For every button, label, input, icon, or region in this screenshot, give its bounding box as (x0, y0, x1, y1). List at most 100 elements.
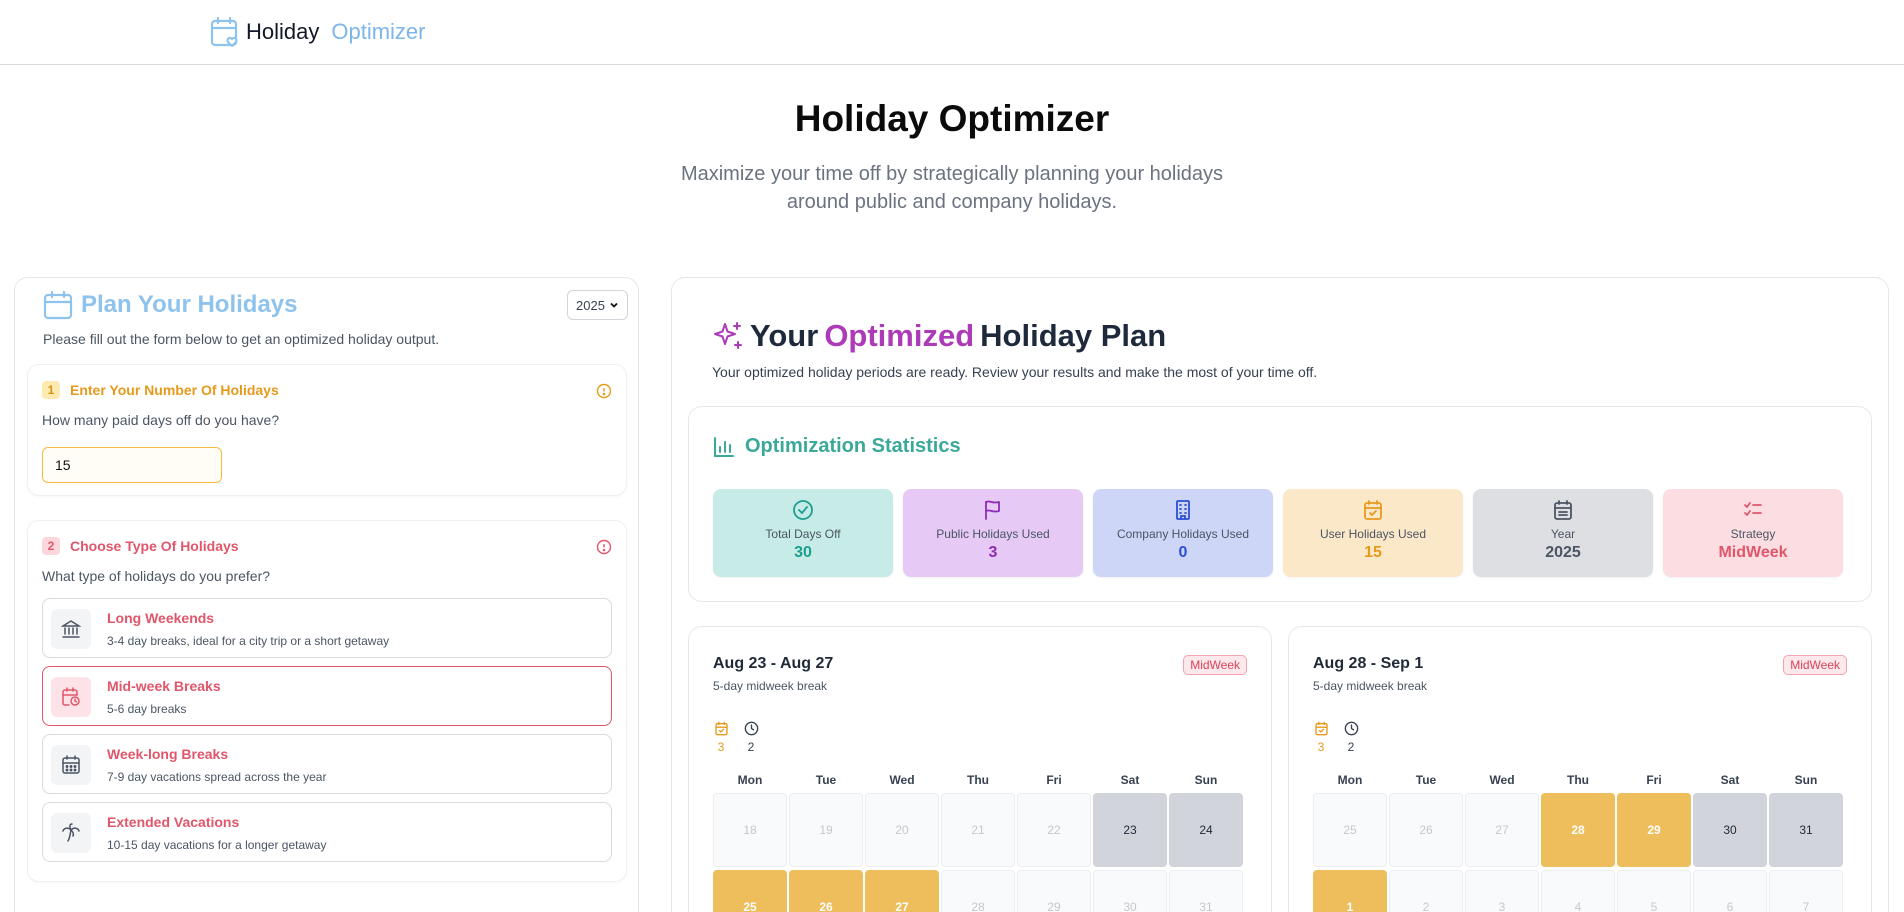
stat-value: 15 (1364, 544, 1382, 561)
stat-label: Year (1550, 527, 1576, 541)
calendar-day[interactable]: 1 (1313, 870, 1387, 912)
calendar-day[interactable]: 28 (941, 870, 1015, 912)
option-long-weekends[interactable]: Long Weekends 3-4 day breaks, ideal for … (42, 598, 612, 658)
option-extended-vacations[interactable]: Extended Vacations 10-15 day vacations f… (42, 802, 612, 862)
option-week-long-breaks[interactable]: Week-long Breaks 7-9 day vacations sprea… (42, 734, 612, 794)
option-icon-wrap (51, 609, 91, 649)
calendar-day[interactable]: 27 (1465, 793, 1539, 867)
calendar-day[interactable]: 5 (1617, 870, 1691, 912)
calendar-day[interactable]: 25 (1313, 793, 1387, 867)
stat-company-holidays: Company Holidays Used 0 (1093, 489, 1273, 577)
plan-title: Plan Your Holidays (81, 291, 298, 318)
weekday-label: Thu (1567, 773, 1589, 787)
clock-icon (1344, 721, 1358, 736)
calendar-day[interactable]: 26 (789, 870, 863, 912)
calendar-day[interactable]: 18 (713, 793, 787, 867)
stat-label: Total Days Off (765, 527, 841, 541)
calendar-day[interactable]: 30 (1093, 870, 1167, 912)
brand-link[interactable]: Holiday Optimizer (210, 16, 426, 48)
weekday-label: Fri (1646, 773, 1662, 787)
stat-value: 3 (988, 544, 998, 561)
results-title-3: Holiday Plan (980, 318, 1167, 353)
calendar-day[interactable]: 24 (1169, 793, 1243, 867)
results-header: Your Optimized Holiday Plan (712, 318, 1166, 354)
stats-header: Optimization Statistics (713, 435, 961, 458)
user-days-value: 3 (717, 740, 725, 754)
calendar-day[interactable]: 4 (1541, 870, 1615, 912)
option-mid-week-breaks[interactable]: Mid-week Breaks 5-6 day breaks (42, 666, 612, 726)
stat-year: Year 2025 (1473, 489, 1653, 577)
step-1-title: Enter Your Number Of Holidays (70, 382, 279, 398)
option-title: Week-long Breaks (107, 746, 229, 762)
stat-total-days-off: Total Days Off 30 (713, 489, 893, 577)
stat-label: Strategy (1730, 527, 1776, 541)
calendar-day[interactable]: 22 (1017, 793, 1091, 867)
clock-icon (744, 721, 758, 736)
option-description: 7-9 day vacations spread across the year (107, 770, 327, 784)
other-days-value: 2 (1347, 740, 1355, 754)
calendar-day[interactable]: 21 (941, 793, 1015, 867)
calendar-day[interactable]: 27 (865, 870, 939, 912)
plan-panel: Plan Your Holidays 2025 Please fill out … (14, 277, 639, 912)
building-icon (1176, 500, 1190, 520)
calendar-day[interactable]: 31 (1769, 793, 1843, 867)
flag-icon (985, 500, 1000, 520)
stat-public-holidays: Public Holidays Used 3 (903, 489, 1083, 577)
calendar-day[interactable]: 25 (713, 870, 787, 912)
calendar-icon (1554, 500, 1572, 520)
calendar-day[interactable]: 26 (1389, 793, 1463, 867)
page-subtitle: Maximize your time off by strategically … (680, 163, 1224, 213)
calendar-icon (43, 290, 73, 320)
option-description: 5-6 day breaks (107, 702, 187, 716)
results-panel: Your Optimized Holiday Plan Your optimiz… (671, 277, 1889, 912)
user-days-count: 3 (1313, 721, 1329, 754)
calendar-day[interactable]: 7 (1769, 870, 1843, 912)
optimization-statistics: Optimization Statistics Total Days Off 3… (688, 406, 1872, 602)
holiday-period-card: Aug 23 - Aug 27 5-day midweek break MidW… (688, 626, 1272, 912)
year-select-value: 2025 (576, 297, 605, 313)
calendar-day[interactable]: 30 (1693, 793, 1767, 867)
calendar-day[interactable]: 31 (1169, 870, 1243, 912)
step-1-card: 1 Enter Your Number Of Holidays How many… (27, 364, 627, 496)
calendar-check-icon (714, 721, 728, 736)
palm-tree-icon (62, 823, 80, 842)
option-description: 10-15 day vacations for a longer getaway (107, 838, 327, 852)
weekday-label: Sat (1120, 773, 1140, 787)
weekday-label: Wed (1489, 773, 1515, 787)
step-2-question: What type of holidays do you prefer? (42, 568, 271, 584)
period-title: Aug 28 - Sep 1 (1313, 655, 1424, 672)
calendar-day[interactable]: 19 (789, 793, 863, 867)
holiday-period-card: Aug 28 - Sep 1 5-day midweek break MidWe… (1288, 626, 1872, 912)
weekday-label: Sat (1720, 773, 1740, 787)
step-2-title: Choose Type Of Holidays (70, 538, 239, 554)
calendar-day[interactable]: 29 (1017, 870, 1091, 912)
weekday-label: Thu (967, 773, 989, 787)
calendar-day[interactable]: 20 (865, 793, 939, 867)
step-2-number: 2 (42, 537, 60, 555)
user-days-value: 3 (1317, 740, 1325, 754)
paid-days-input[interactable] (42, 447, 222, 483)
landmark-icon (61, 620, 81, 638)
info-icon[interactable] (596, 383, 612, 399)
info-icon[interactable] (596, 539, 612, 555)
year-select[interactable]: 2025 (567, 290, 628, 320)
calendar-day[interactable]: 2 (1389, 870, 1463, 912)
strategy-badge: MidWeek (1783, 655, 1847, 675)
step-1-number: 1 (42, 381, 60, 399)
calendar-day[interactable]: 3 (1465, 870, 1539, 912)
results-description: Your optimized holiday periods are ready… (712, 364, 1318, 380)
option-icon-wrap (51, 745, 91, 785)
other-days-count: 2 (743, 721, 759, 754)
calendar-day[interactable]: 29 (1617, 793, 1691, 867)
check-circle-icon (793, 500, 813, 520)
option-description: 3-4 day breaks, ideal for a city trip or… (107, 634, 390, 648)
calendar-check-icon (1364, 500, 1382, 520)
option-icon-wrap (51, 677, 91, 717)
calendar-day[interactable]: 28 (1541, 793, 1615, 867)
calendar-day[interactable]: 6 (1693, 870, 1767, 912)
calendar-clock-icon (62, 687, 80, 706)
weekday-label: Fri (1046, 773, 1062, 787)
calendar-day[interactable]: 23 (1093, 793, 1167, 867)
calendar-days-icon (62, 755, 80, 774)
calendar-heart-icon (210, 16, 238, 48)
